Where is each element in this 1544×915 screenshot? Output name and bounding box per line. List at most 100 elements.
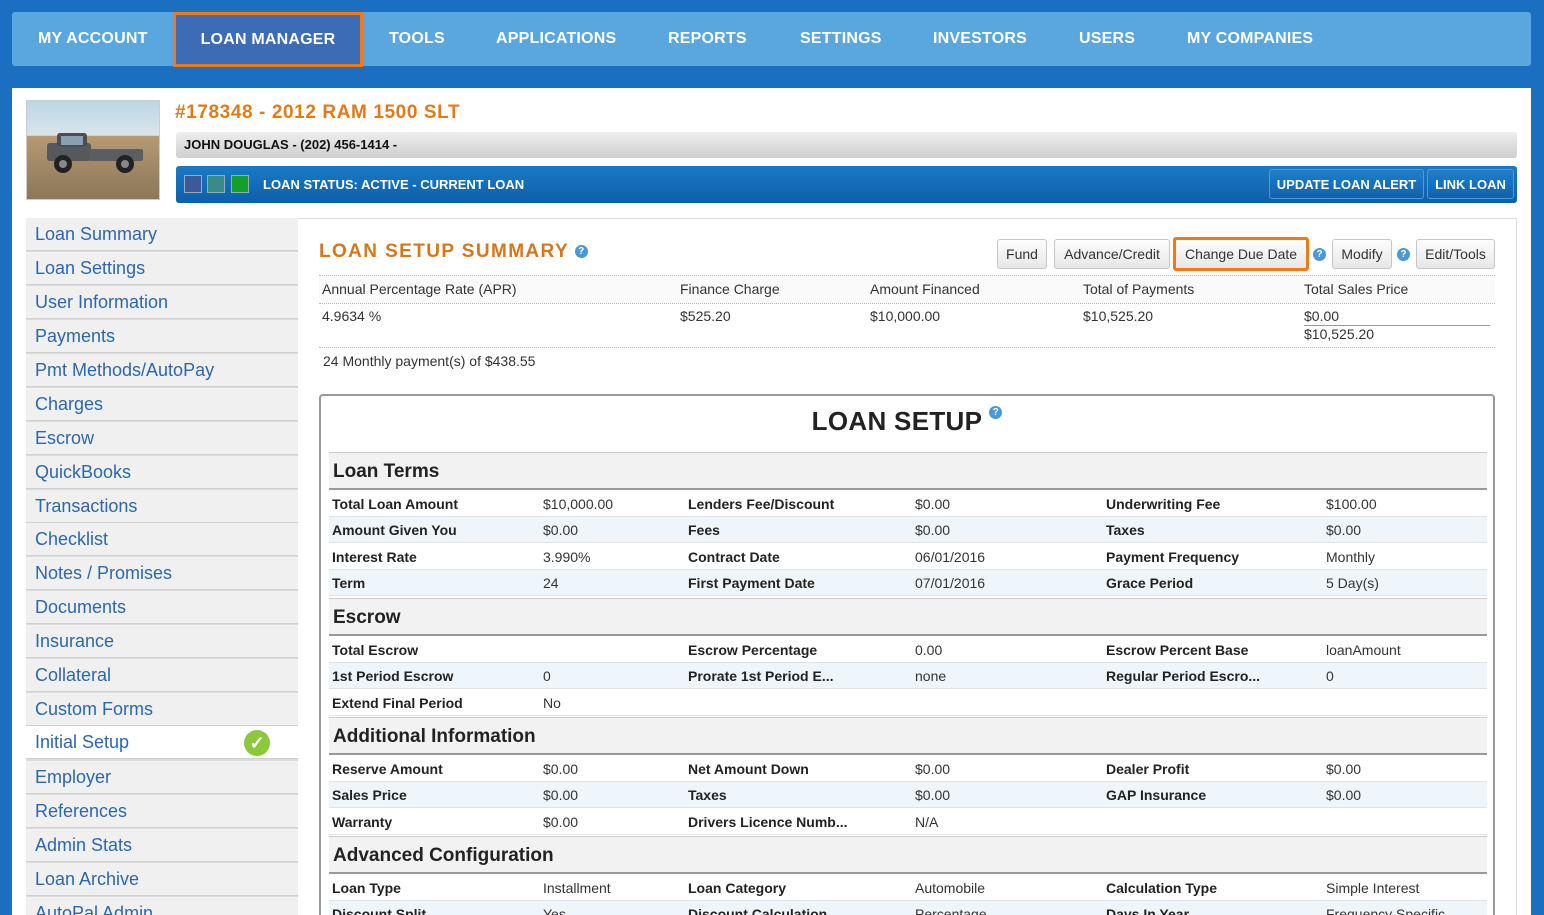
field-label: Prorate 1st Period E...	[688, 668, 834, 684]
table-row: 1st Period Escrow 0 Prorate 1st Period E…	[329, 663, 1487, 689]
apr-value: 4.9634 %	[322, 308, 382, 324]
sidebar-item-admin-stats[interactable]: Admin Stats	[26, 829, 298, 862]
field-label: Underwriting Fee	[1106, 496, 1221, 512]
sidebar-item-checklist[interactable]: Checklist	[26, 523, 298, 556]
edit-tools-button[interactable]: Edit/Tools	[1416, 239, 1495, 269]
loan-setup-box: LOAN SETUP ? Loan Terms Total Loan Amoun…	[319, 394, 1495, 915]
status-color-square[interactable]	[207, 175, 225, 193]
sidebar: Loan Summary Loan Settings User Informat…	[26, 218, 298, 915]
status-color-square[interactable]	[231, 175, 249, 193]
table-row: Discount Split Yes Discount Calculation …	[329, 901, 1487, 915]
total-payments-value: $10,525.20	[1083, 308, 1154, 324]
sidebar-item-custom-forms[interactable]: Custom Forms	[26, 693, 298, 726]
summary-header-row: Annual Percentage Rate (APR) Finance Cha…	[319, 275, 1495, 304]
nav-my-companies[interactable]: MY COMPANIES	[1187, 12, 1313, 66]
field-label: Lenders Fee/Discount	[688, 496, 835, 512]
main-panel: #178348 - 2012 RAM 1500 SLT JOHN DOUGLAS…	[12, 88, 1531, 915]
section-loan-terms: Loan Terms	[329, 452, 1487, 490]
sidebar-item-user-information[interactable]: User Information	[26, 286, 298, 319]
summary-values-row: 4.9634 % $525.20 $10,000.00 $10,525.20 $…	[319, 303, 1495, 348]
nav-users[interactable]: USERS	[1079, 12, 1135, 66]
borrower-info: JOHN DOUGLAS - (202) 456-1414 -	[184, 137, 398, 152]
help-icon[interactable]: ?	[575, 245, 589, 259]
field-value: $100.00	[1326, 496, 1377, 512]
field-value: $0.00	[1326, 787, 1362, 803]
field-label: Calculation Type	[1106, 880, 1217, 896]
field-label: Days In Year	[1106, 906, 1190, 915]
field-label: Dealer Profit	[1106, 761, 1190, 777]
field-label: Loan Category	[688, 880, 787, 896]
field-label: Reserve Amount	[332, 761, 443, 777]
field-value: $0.00	[543, 522, 579, 538]
link-loan-button[interactable]: LINK LOAN	[1427, 169, 1514, 199]
sidebar-item-escrow[interactable]: Escrow	[26, 422, 298, 455]
amount-financed-value: $10,000.00	[870, 308, 941, 324]
field-value: Frequency Specific	[1326, 906, 1446, 915]
loan-status-bar: LOAN STATUS: ACTIVE - CURRENT LOAN UPDAT…	[176, 166, 1517, 203]
sidebar-item-loan-summary[interactable]: Loan Summary	[26, 218, 298, 251]
nav-loan-manager[interactable]: LOAN MANAGER	[173, 12, 363, 67]
sidebar-item-notes-promises[interactable]: Notes / Promises	[26, 557, 298, 590]
field-label: Discount Split	[332, 906, 427, 915]
apr-header: Annual Percentage Rate (APR)	[322, 281, 517, 297]
sidebar-item-payments[interactable]: Payments	[26, 320, 298, 353]
nav-applications[interactable]: APPLICATIONS	[496, 12, 616, 66]
change-due-date-button[interactable]: Change Due Date	[1173, 237, 1309, 271]
field-value: $0.00	[543, 814, 579, 830]
nav-settings[interactable]: SETTINGS	[800, 12, 882, 66]
sidebar-item-loan-settings[interactable]: Loan Settings	[26, 252, 298, 285]
sidebar-item-initial-setup[interactable]: Initial Setup ✓	[26, 726, 298, 759]
nav-my-account[interactable]: MY ACCOUNT	[38, 12, 148, 66]
field-label: Extend Final Period	[332, 695, 463, 711]
field-value: $10,000.00	[543, 496, 614, 512]
nav-investors[interactable]: INVESTORS	[933, 12, 1027, 66]
modify-button[interactable]: Modify	[1332, 239, 1392, 269]
field-value: $0.00	[915, 787, 951, 803]
sidebar-item-documents[interactable]: Documents	[26, 591, 298, 624]
table-row: Warranty $0.00 Drivers Licence Numb... N…	[329, 809, 1487, 835]
help-icon[interactable]: ?	[1397, 248, 1410, 261]
update-loan-alert-button[interactable]: UPDATE LOAN ALERT	[1269, 169, 1424, 199]
nav-reports[interactable]: REPORTS	[668, 12, 747, 66]
table-row: Total Escrow Escrow Percentage 0.00 Escr…	[329, 637, 1487, 663]
field-value: none	[915, 668, 947, 684]
field-value: Percentage	[915, 906, 987, 915]
sidebar-item-transactions[interactable]: Transactions	[26, 490, 298, 523]
table-row: Term 24 First Payment Date 07/01/2016 Gr…	[329, 570, 1487, 596]
vehicle-thumbnail	[26, 100, 160, 200]
content-area: LOAN SETUP SUMMARY ? Fund Advance/Credit…	[298, 218, 1517, 915]
sidebar-item-quickbooks[interactable]: QuickBooks	[26, 456, 298, 489]
field-label: Total Escrow	[332, 642, 419, 658]
help-icon[interactable]: ?	[1313, 248, 1326, 261]
table-row: Extend Final Period No	[329, 690, 1487, 716]
field-label: Fees	[688, 522, 720, 538]
sidebar-item-pmt-methods[interactable]: Pmt Methods/AutoPay	[26, 354, 298, 387]
sidebar-item-loan-archive[interactable]: Loan Archive	[26, 863, 298, 896]
finance-charge-header: Finance Charge	[680, 281, 780, 297]
table-row: Reserve Amount $0.00 Net Amount Down $0.…	[329, 756, 1487, 782]
sidebar-item-collateral[interactable]: Collateral	[26, 659, 298, 692]
field-value: 0.00	[915, 642, 943, 658]
nav-tools[interactable]: TOOLS	[389, 12, 445, 66]
sidebar-item-references[interactable]: References	[26, 795, 298, 828]
loan-title: #178348 - 2012 RAM 1500 SLT	[175, 102, 461, 123]
advance-credit-button[interactable]: Advance/Credit	[1054, 239, 1170, 269]
sidebar-item-charges[interactable]: Charges	[26, 388, 298, 421]
truck-icon	[47, 133, 143, 173]
field-label: Regular Period Escro...	[1106, 668, 1261, 684]
loan-setup-title: LOAN SETUP ?	[321, 406, 1493, 437]
help-icon[interactable]: ?	[989, 406, 1003, 419]
summary-title: LOAN SETUP SUMMARY ?	[319, 241, 589, 263]
sidebar-item-autopal-admin[interactable]: AutoPal Admin	[26, 897, 298, 915]
field-label: Grace Period	[1106, 575, 1194, 591]
sidebar-item-insurance[interactable]: Insurance	[26, 625, 298, 658]
table-row: Loan Type Installment Loan Category Auto…	[329, 875, 1487, 901]
table-row: Interest Rate 3.990% Contract Date 06/01…	[329, 544, 1487, 570]
field-value: 06/01/2016	[915, 549, 986, 565]
status-color-square[interactable]	[184, 175, 202, 193]
field-value: $0.00	[543, 761, 579, 777]
field-value: Simple Interest	[1326, 880, 1420, 896]
fund-button[interactable]: Fund	[997, 239, 1047, 269]
sidebar-item-employer[interactable]: Employer	[26, 761, 298, 794]
field-value: 5 Day(s)	[1326, 575, 1379, 591]
